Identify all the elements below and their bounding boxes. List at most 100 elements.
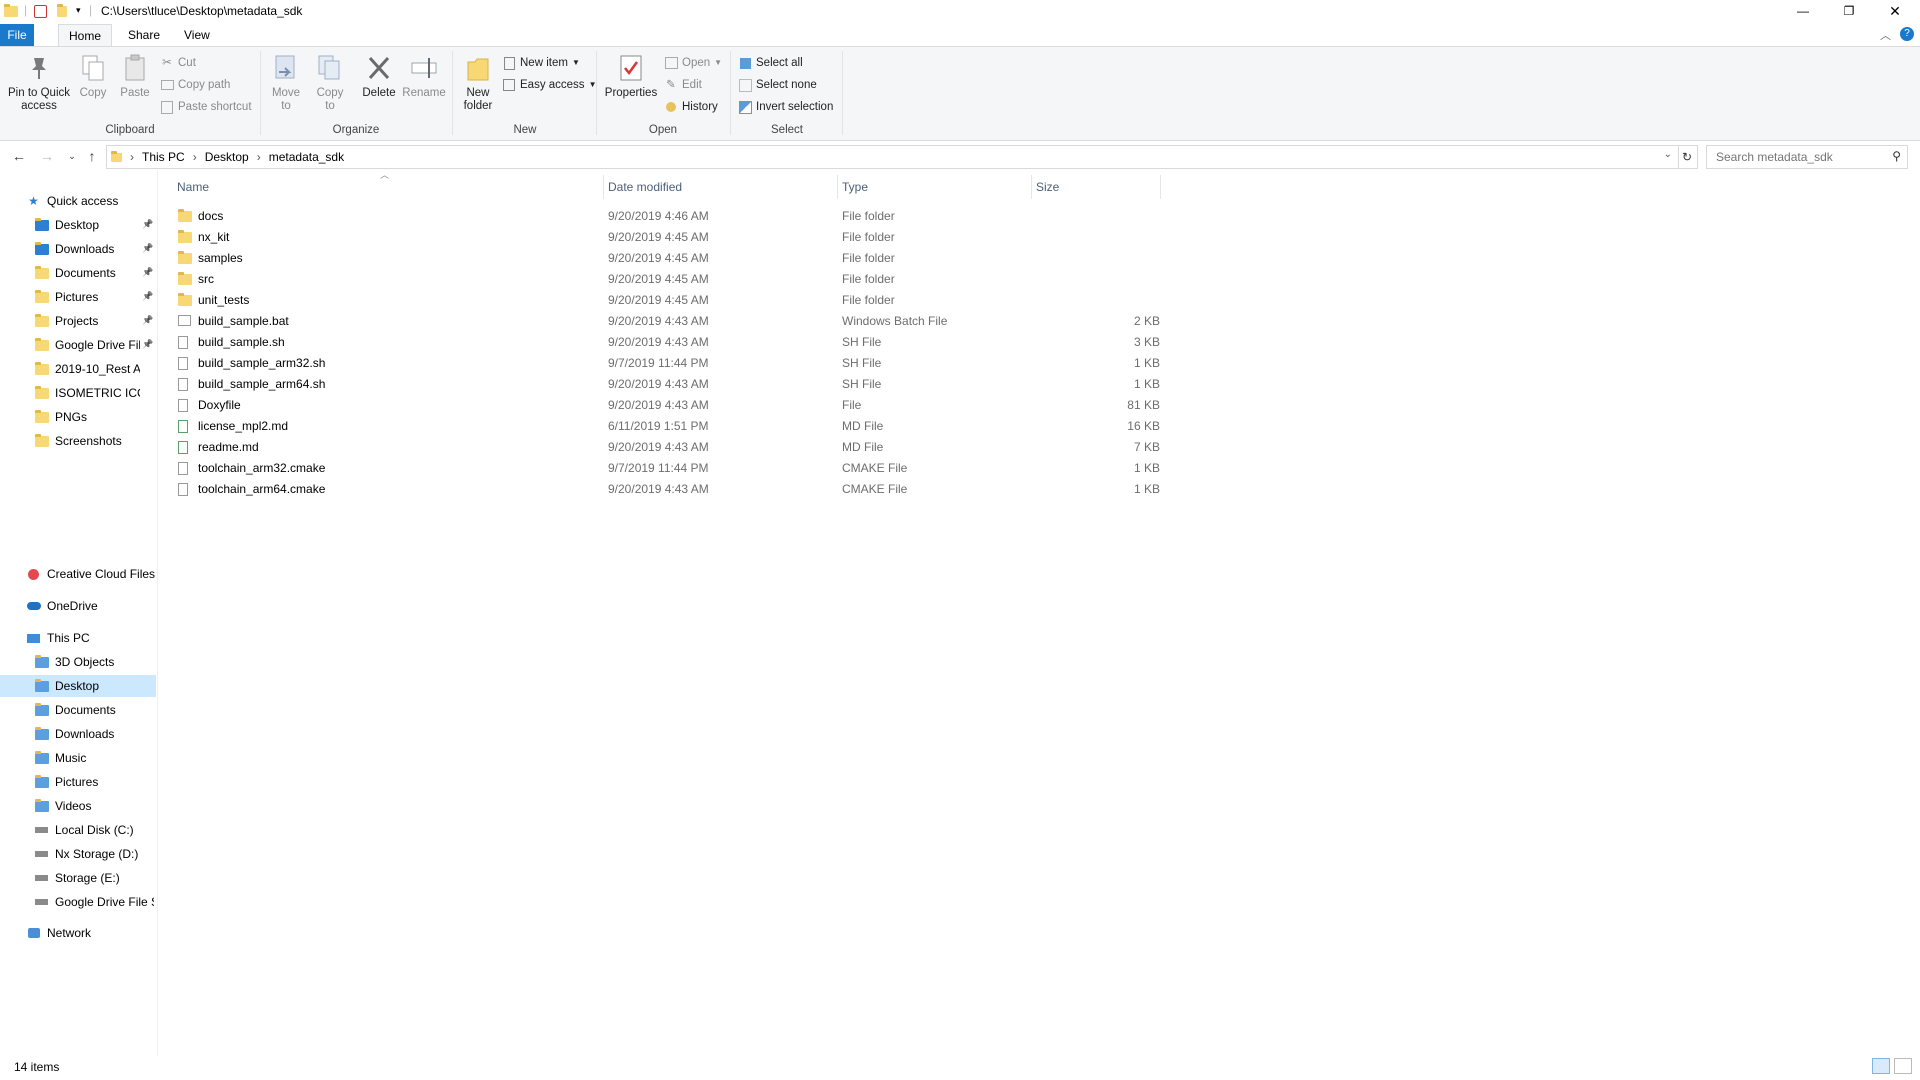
pinned-icon[interactable]: 📌 xyxy=(142,315,153,326)
restore-button[interactable]: ❐ xyxy=(1826,0,1872,22)
delete-button[interactable]: Delete xyxy=(358,53,400,100)
new-folder-quick-icon[interactable] xyxy=(57,4,71,18)
table-row[interactable]: unit_tests 9/20/2019 4:45 AM File folder xyxy=(170,290,1160,311)
nav-qa-pngs[interactable]: PNGs xyxy=(34,406,140,428)
nav-this-pc[interactable]: This PC xyxy=(26,627,90,649)
nav-qa-pictures[interactable]: Pictures xyxy=(34,286,140,308)
copy-to-button[interactable]: Copy to xyxy=(312,53,348,113)
nav-pc-downloads[interactable]: Downloads xyxy=(34,723,154,745)
column-divider[interactable] xyxy=(603,175,604,199)
forward-button[interactable]: → xyxy=(38,147,56,165)
address-bar[interactable]: › This PC › Desktop › metadata_sdk ⌄ xyxy=(106,145,1679,169)
copy-path-button[interactable]: Copy path xyxy=(160,75,230,95)
nav-qa-documents[interactable]: Documents xyxy=(34,262,140,284)
search-box[interactable]: ⚲ xyxy=(1706,145,1908,169)
table-row[interactable]: license_mpl2.md 6/11/2019 1:51 PM MD File 1… xyxy=(170,416,1160,437)
nav-pc-3d-objects[interactable]: 3D Objects xyxy=(34,651,154,673)
nav-pc-local-disk-c[interactable]: Local Disk (C:) xyxy=(34,819,154,841)
pinned-icon[interactable]: 📌 xyxy=(142,291,153,302)
pin-to-quick-access-button[interactable]: Pin to Quick access xyxy=(4,53,74,113)
tab-share[interactable]: Share xyxy=(118,24,170,46)
table-row[interactable]: build_sample.sh 9/20/2019 4:43 AM SH File 3… xyxy=(170,332,1160,353)
close-button[interactable]: ✕ xyxy=(1872,0,1918,22)
minimize-button[interactable]: — xyxy=(1780,0,1826,22)
breadcrumb-desktop[interactable]: Desktop xyxy=(205,150,249,164)
nav-network[interactable]: Network xyxy=(26,922,91,944)
table-row[interactable]: docs 9/20/2019 4:46 AM File folder xyxy=(170,206,1160,227)
move-to-button[interactable]: Move to xyxy=(268,53,304,113)
tab-file[interactable]: File xyxy=(0,24,34,46)
customize-toolbar-icon[interactable]: ▾ xyxy=(76,5,81,16)
details-view-button[interactable] xyxy=(1872,1058,1890,1074)
table-row[interactable]: build_sample_arm64.sh 9/20/2019 4:43 AM SH… xyxy=(170,374,1160,395)
history-button[interactable]: History xyxy=(664,97,718,117)
nav-pc-videos[interactable]: Videos xyxy=(34,795,154,817)
table-row[interactable]: build_sample_arm32.sh 9/7/2019 11:44 PM SH… xyxy=(170,353,1160,374)
table-row[interactable]: nx_kit 9/20/2019 4:45 AM File folder xyxy=(170,227,1160,248)
pinned-icon[interactable]: 📌 xyxy=(142,267,153,278)
new-item-button[interactable]: New item ▼ xyxy=(502,53,580,73)
cut-button[interactable]: ✂ Cut xyxy=(160,53,196,73)
nav-pc-google-drive-file-st[interactable]: Google Drive File St xyxy=(34,891,154,913)
open-button[interactable]: Open ▼ xyxy=(664,53,722,73)
nav-quick-access[interactable]: ★ Quick access xyxy=(26,190,118,212)
properties-button[interactable]: Properties xyxy=(602,53,660,100)
table-row[interactable]: src 9/20/2019 4:45 AM File folder xyxy=(170,269,1160,290)
nav-pc-music[interactable]: Music xyxy=(34,747,154,769)
column-divider[interactable] xyxy=(1031,175,1032,199)
paste-button[interactable]: Paste xyxy=(118,53,152,100)
pinned-icon[interactable]: 📌 xyxy=(142,339,153,350)
nav-onedrive[interactable]: OneDrive xyxy=(26,595,98,617)
nav-qa-downloads[interactable]: Downloads xyxy=(34,238,140,260)
tab-view[interactable]: View xyxy=(174,24,220,46)
easy-access-button[interactable]: Easy access ▼ xyxy=(502,75,596,95)
nav-qa-google-drive-file[interactable]: Google Drive File xyxy=(34,334,140,356)
nav-creative-cloud[interactable]: Creative Cloud Files xyxy=(26,563,155,585)
table-row[interactable]: readme.md 9/20/2019 4:43 AM MD File 7 KB xyxy=(170,437,1160,458)
table-row[interactable]: toolchain_arm32.cmake 9/7/2019 11:44 PM CM… xyxy=(170,458,1160,479)
nav-pc-desktop[interactable]: Desktop xyxy=(34,675,154,697)
select-all-button[interactable]: Select all xyxy=(738,53,803,73)
nav-qa-2019-10-rest-api-bl[interactable]: 2019-10_Rest API Bl xyxy=(34,358,140,380)
properties-quick-icon[interactable] xyxy=(34,5,47,18)
refresh-button[interactable]: ↻ xyxy=(1677,145,1698,169)
collapse-ribbon-icon[interactable]: ︿ xyxy=(1880,27,1891,43)
column-header-name[interactable]: Name xyxy=(177,175,209,199)
new-folder-button[interactable]: New folder xyxy=(456,53,500,113)
nav-qa-screenshots[interactable]: Screenshots xyxy=(34,430,140,452)
edit-button[interactable]: ✎ Edit xyxy=(664,75,702,95)
nav-qa-projects[interactable]: Projects xyxy=(34,310,140,332)
back-button[interactable]: ← xyxy=(10,147,28,165)
rename-button[interactable]: Rename xyxy=(402,53,446,100)
nav-pc-storage-e[interactable]: Storage (E:) xyxy=(34,867,154,889)
address-dropdown-icon[interactable]: ⌄ xyxy=(1664,149,1672,160)
pinned-icon[interactable]: 📌 xyxy=(142,219,153,230)
table-row[interactable]: toolchain_arm64.cmake 9/20/2019 4:43 AM CM… xyxy=(170,479,1160,500)
nav-pc-pictures[interactable]: Pictures xyxy=(34,771,154,793)
table-row[interactable]: Doxyfile 9/20/2019 4:43 AM File 81 KB xyxy=(170,395,1160,416)
nav-pc-documents[interactable]: Documents xyxy=(34,699,154,721)
pinned-icon[interactable]: 📌 xyxy=(142,243,153,254)
paste-shortcut-button[interactable]: Paste shortcut xyxy=(160,97,252,117)
recent-locations-button[interactable]: ⌄ xyxy=(63,147,81,165)
table-row[interactable]: build_sample.bat 9/20/2019 4:43 AM Windows… xyxy=(170,311,1160,332)
help-icon[interactable]: ? xyxy=(1900,27,1914,41)
table-row[interactable]: samples 9/20/2019 4:45 AM File folder xyxy=(170,248,1160,269)
large-icons-view-button[interactable] xyxy=(1894,1058,1912,1074)
breadcrumb-this-pc[interactable]: This PC xyxy=(142,150,185,164)
breadcrumb-metadata-sdk[interactable]: metadata_sdk xyxy=(269,150,344,164)
select-none-button[interactable]: Select none xyxy=(738,75,817,95)
up-button[interactable]: ↑ xyxy=(83,147,101,165)
copy-button[interactable]: Copy xyxy=(76,53,110,100)
column-divider[interactable] xyxy=(1160,175,1161,199)
nav-qa-isometric-icon-pi[interactable]: ISOMETRIC ICON PI xyxy=(34,382,140,404)
column-header-date[interactable]: Date modified xyxy=(608,175,682,199)
nav-pc-nx-storage-d[interactable]: Nx Storage (D:) xyxy=(34,843,154,865)
search-input[interactable] xyxy=(1714,149,1888,165)
invert-selection-button[interactable]: Invert selection xyxy=(738,97,833,117)
tab-home[interactable]: Home xyxy=(58,24,113,47)
column-header-size[interactable]: Size xyxy=(1036,175,1059,199)
nav-qa-desktop[interactable]: Desktop xyxy=(34,214,140,236)
column-divider[interactable] xyxy=(837,175,838,199)
column-header-type[interactable]: Type xyxy=(842,175,868,199)
